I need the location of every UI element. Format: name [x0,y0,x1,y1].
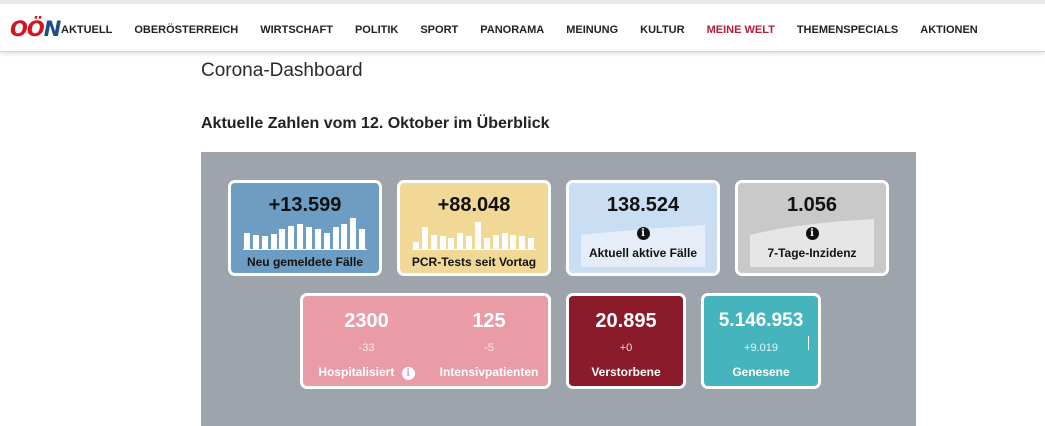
nav-item-aktuell[interactable]: AKTUELL [61,22,112,38]
trend-bar [457,233,464,249]
page-title: Corona-Dashboard [201,60,363,81]
nav-item-meinung[interactable]: MEINUNG [566,22,618,38]
recovered-spark-line [808,336,809,350]
trend-bar [421,227,428,249]
pcr-tests-trend-chart [412,214,536,250]
hospitalized-delta: -33 [358,342,375,354]
nav-item-kultur[interactable]: KULTUR [640,22,684,38]
icu-section: 125 -5 Intensivpatienten [430,296,548,386]
top-stripe [0,0,1045,4]
trend-bar [279,229,286,249]
trend-bar [261,236,268,249]
top-navigation-bar: OÖN AKTUELL OBERÖSTERREICH WIRTSCHAFT PO… [0,0,1045,52]
page-subtitle: Aktuelle Zahlen vom 12. Oktober im Überb… [201,115,550,132]
card-pcr-tests[interactable]: +88.048 PCR-Tests seit Vortag [397,180,551,276]
trend-bar [430,235,437,249]
trend-bar [323,233,330,249]
icu-delta: -5 [484,342,494,354]
nav-item-meine-welt[interactable]: MEINE WELT [707,22,775,38]
nav-item-politik[interactable]: POLITIK [355,22,398,38]
deaths-delta: +0 [619,342,633,354]
trend-bar [528,238,535,249]
corona-dashboard: +13.599 Neu gemeldete Fälle +88.048 PCR-… [201,152,916,426]
trend-bar [252,235,259,249]
incidence-value: 1.056 [786,194,838,216]
trend-bar [314,229,321,249]
recovered-delta: +9.019 [744,342,778,354]
info-icon[interactable]: i [636,227,650,240]
nav-item-wirtschaft[interactable]: WIRTSCHAFT [260,22,333,38]
nav-item-oberoesterreich[interactable]: OBERÖSTERREICH [134,22,238,38]
recovered-label: Genesene [732,365,790,379]
trend-bar [332,227,339,249]
trend-bar [492,235,499,249]
recovered-value: 5.146.953 [718,310,804,331]
trend-bar [341,224,348,249]
hospitalized-label: Hospitalisiert [318,365,395,379]
icu-label: Intensivpatienten [439,365,539,379]
nav-item-panorama[interactable]: PANORAMA [480,22,544,38]
card-incidence[interactable]: 1.056 i 7-Tage-Inzidenz [735,180,889,276]
trend-bar [519,236,526,249]
oon-logo[interactable]: OÖN [10,14,61,44]
trend-bar [297,224,304,249]
card-new-cases[interactable]: +13.599 Neu gemeldete Fälle [228,180,382,276]
nav-item-themenspecials[interactable]: THEMENSPECIALS [797,22,898,38]
incidence-label: 7-Tage-Inzidenz [767,246,857,260]
trend-bar [288,226,295,249]
pcr-tests-label: PCR-Tests seit Vortag [411,255,537,269]
active-cases-value: 138.524 [606,194,680,216]
hospitalized-section: 2300 -33 Hospitalisiert i [303,296,430,386]
icu-value: 125 [472,310,506,332]
card-active-cases[interactable]: 138.524 i Aktuell aktive Fälle [566,180,720,276]
info-icon[interactable]: i [401,367,415,380]
nav-item-sport[interactable]: SPORT [420,22,458,38]
new-cases-trend-chart [243,214,367,250]
trend-bar [359,229,366,249]
trend-bar [501,233,508,249]
deaths-label: Verstorbene [591,365,661,379]
trend-bar [439,236,446,249]
trend-bar [270,234,277,249]
hospitalized-value: 2300 [344,310,389,332]
trend-bar [483,238,490,249]
trend-bar [475,222,481,249]
card-recovered[interactable]: 5.146.953 +9.019 Genesene [701,293,821,389]
card-deaths[interactable]: 20.895 +0 Verstorbene [566,293,686,389]
trend-bar [306,227,312,249]
main-nav: AKTUELL OBERÖSTERREICH WIRTSCHAFT POLITI… [61,22,978,38]
trend-bar [448,238,455,249]
trend-bar [466,236,473,249]
nav-item-aktionen[interactable]: AKTIONEN [920,22,977,38]
deaths-value: 20.895 [595,310,657,332]
new-cases-label: Neu gemeldete Fälle [246,255,364,269]
trend-bar [413,242,419,249]
trend-bar [244,233,250,249]
trend-bar [510,235,517,249]
trend-bar [350,218,357,249]
active-cases-label: Aktuell aktive Fälle [588,246,698,260]
info-icon[interactable]: i [805,227,819,240]
card-hospital[interactable]: 2300 -33 Hospitalisiert i 125 -5 Intensi… [300,293,551,389]
